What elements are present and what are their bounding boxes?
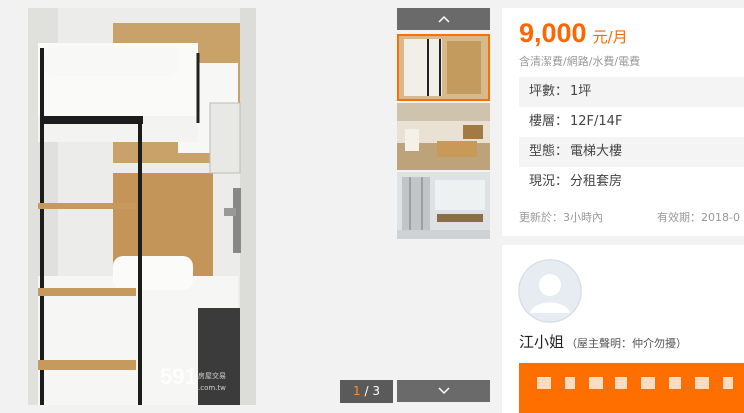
attribute-list: 坪數： 1坪 樓層： 12F/14F 型態： 電梯大樓 現況： 分租套房 (519, 77, 744, 197)
expiry-date: 有效期：2018-0 (657, 211, 740, 224)
rent-price: 9,000 元/月 (519, 18, 628, 49)
bunk-bed-photo: 591 房屋交易 .com.tw (28, 8, 256, 405)
pixelated-digit (565, 377, 575, 389)
price-includes: 含清潔費/網路/水費/電費 (519, 55, 641, 68)
attr-label: 型態： (529, 144, 569, 159)
thumbnail-3[interactable] (397, 172, 490, 239)
main-photo[interactable]: 591 房屋交易 .com.tw (28, 8, 256, 405)
attr-value: 分租套房 (570, 174, 623, 189)
contact-name: 江小姐 (519, 333, 565, 351)
pixelated-digit (669, 377, 681, 389)
price-amount: 9,000 (519, 18, 587, 48)
thumbnail-prev-button[interactable] (397, 8, 490, 30)
avatar (518, 259, 582, 323)
attr-status: 現況： 分租套房 (519, 167, 744, 197)
counter-total: 3 (372, 384, 380, 398)
pixelated-digit (589, 377, 603, 389)
svg-text:591: 591 (160, 364, 197, 389)
attr-label: 坪數： (529, 84, 569, 99)
pixelated-digit (615, 377, 627, 389)
counter-current: 1 (353, 384, 361, 398)
listing-meta: 更新於：3小時內 有效期：2018-0 (519, 209, 744, 225)
contact-name-row: 江小姐 （屋主聲明：仲介勿擾） (519, 331, 687, 352)
attr-size: 坪數： 1坪 (519, 77, 744, 107)
thumbnail-next-button[interactable] (397, 380, 490, 402)
pixelated-digit (537, 377, 551, 389)
pixelated-digit (641, 377, 655, 389)
svg-text:房屋交易: 房屋交易 (198, 371, 226, 380)
chevron-down-icon (437, 387, 450, 395)
thumbnail-2[interactable] (397, 103, 490, 170)
attr-label: 樓層： (529, 114, 569, 129)
contact-card: 江小姐 （屋主聲明：仲介勿擾） (502, 245, 744, 413)
attr-type: 型態： 電梯大樓 (519, 137, 744, 167)
price-unit: 元/月 (592, 28, 628, 46)
listing-info-card: 9,000 元/月 含清潔費/網路/水費/電費 坪數： 1坪 樓層： 12F/14F … (502, 8, 744, 236)
attr-value: 電梯大樓 (570, 144, 623, 159)
thumbnail-image-lobby (397, 103, 490, 170)
attr-value: 1坪 (570, 84, 592, 99)
thumbnail-image-bathroom (397, 172, 490, 239)
attr-floor: 樓層： 12F/14F (519, 107, 744, 137)
photo-counter: 1 / 3 (340, 380, 393, 403)
chevron-up-icon (437, 15, 450, 23)
attr-value: 12F/14F (570, 114, 623, 129)
pixelated-digit (723, 377, 733, 389)
attr-label: 現況： (529, 174, 569, 189)
updated-time: 更新於：3小時內 (519, 211, 603, 224)
pixelated-digit (695, 377, 709, 389)
svg-text:.com.tw: .com.tw (198, 384, 226, 392)
photo-gallery: 591 房屋交易 .com.tw 1 / 3 (0, 0, 500, 413)
thumbnail-1[interactable] (397, 34, 490, 101)
thumbnail-image-bunk (399, 36, 488, 99)
thumbnail-strip (397, 8, 490, 405)
phone-number-button[interactable] (519, 363, 744, 413)
contact-note: （屋主聲明：仲介勿擾） (566, 337, 688, 350)
user-placeholder-icon (518, 259, 582, 323)
